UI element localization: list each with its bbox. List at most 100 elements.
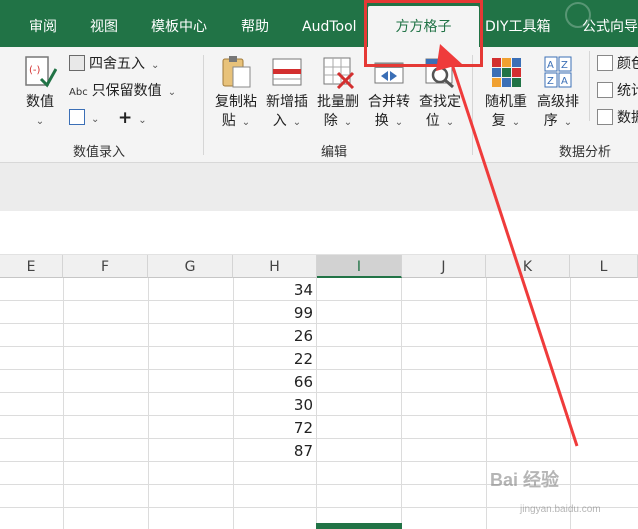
highlight-box bbox=[364, 0, 483, 67]
random-repeat-label-2: 复 bbox=[491, 113, 506, 129]
number-button[interactable]: (-) 数值 ⌄ bbox=[18, 55, 62, 131]
batch-delete-label-1: 批量删 bbox=[317, 94, 359, 110]
plus-button[interactable]: + ⌄ bbox=[118, 107, 147, 129]
chevron-down-icon: ⌄ bbox=[167, 87, 177, 98]
column-header-g[interactable]: G bbox=[148, 255, 233, 278]
tab-help[interactable]: 帮助 bbox=[241, 0, 269, 47]
ribbon-panel: (-) 数值 ⌄ 四舍五入 ⌄ Abc 只保留数值 ⌄ ⌄ + ⌄ 数值录入 复制粘 贴… bbox=[0, 47, 638, 163]
chevron-down-icon: ⌄ bbox=[138, 115, 147, 126]
group-separator bbox=[589, 51, 590, 121]
grid-line bbox=[316, 278, 317, 529]
data-button[interactable]: 数据 bbox=[597, 107, 638, 129]
keep-value-label: 只保留数值 bbox=[91, 83, 162, 99]
tab-formula-wizard[interactable]: 公式向导 bbox=[582, 0, 638, 47]
grid-line bbox=[0, 369, 638, 370]
data-label: 数据 bbox=[617, 110, 638, 126]
cell-h-value[interactable]: 99 bbox=[231, 302, 313, 324]
insert-row-icon bbox=[270, 55, 304, 89]
advanced-sort-label-2: 序 bbox=[543, 113, 558, 129]
advanced-sort-label-1: 高级排 bbox=[537, 94, 579, 110]
group-label-number-entry: 数值录入 bbox=[73, 145, 126, 160]
chevron-down-icon: ⌄ bbox=[35, 116, 45, 127]
column-header-e[interactable]: E bbox=[0, 255, 63, 278]
round-button[interactable]: 四舍五入 ⌄ bbox=[69, 53, 159, 75]
clipboard-icon bbox=[219, 55, 253, 89]
selection-indicator bbox=[316, 523, 402, 529]
ribbon-tab-bar: 审阅 视图 模板中心 帮助 AudTool 方方格子 DIY工具箱 公式向导 bbox=[0, 0, 638, 47]
copy-paste-button[interactable]: 复制粘 贴 ⌄ bbox=[212, 55, 260, 132]
round-icon bbox=[69, 55, 85, 71]
delete-grid-icon bbox=[321, 55, 355, 90]
advanced-sort-button[interactable]: A Z Z A 高级排 序 ⌄ bbox=[533, 55, 583, 132]
tab-audtool[interactable]: AudTool bbox=[302, 0, 357, 47]
find-locate-label-2: 位 bbox=[425, 113, 440, 129]
keep-value-button[interactable]: Abc 只保留数值 ⌄ bbox=[69, 80, 176, 102]
cell-h-value[interactable]: 26 bbox=[231, 325, 313, 347]
tab-view[interactable]: 视图 bbox=[90, 0, 118, 47]
number-format-icon: (-) bbox=[23, 55, 58, 89]
column-header-i[interactable]: I bbox=[317, 255, 402, 278]
merge-convert-label-1: 合并转 bbox=[368, 94, 410, 110]
color-button[interactable]: 颜色 bbox=[597, 53, 638, 75]
cell-h-value[interactable]: 87 bbox=[231, 440, 313, 462]
grid-line bbox=[0, 461, 638, 462]
chevron-down-icon: ⌄ bbox=[151, 60, 160, 71]
statistics-icon bbox=[597, 82, 613, 98]
column-header-h[interactable]: H bbox=[233, 255, 317, 278]
random-blocks-icon bbox=[489, 55, 523, 89]
data-icon bbox=[597, 109, 613, 125]
chevron-down-icon: ⌄ bbox=[241, 117, 251, 128]
sheet-top-strip bbox=[0, 211, 638, 255]
tab-diy-toolbox[interactable]: DIY工具箱 bbox=[485, 0, 550, 47]
column-header-k[interactable]: K bbox=[486, 255, 570, 278]
formula-bar-area bbox=[0, 163, 638, 211]
chevron-down-icon: ⌄ bbox=[91, 114, 100, 125]
copy-paste-label-1: 复制粘 bbox=[215, 94, 257, 110]
group-label-data-analysis: 数据分析 bbox=[559, 145, 612, 160]
svg-text:(-): (-) bbox=[29, 65, 41, 76]
grid-line bbox=[401, 278, 402, 529]
tab-review[interactable]: 审阅 bbox=[29, 0, 57, 47]
find-locate-label-1: 查找定 bbox=[419, 94, 461, 110]
batch-delete-button[interactable]: 批量删 除 ⌄ bbox=[314, 55, 362, 132]
cell-h-value[interactable]: 22 bbox=[231, 348, 313, 370]
baidu-watermark-url: jingyan.baidu.com bbox=[520, 504, 601, 515]
svg-text:Z: Z bbox=[547, 76, 554, 87]
tab-template-center[interactable]: 模板中心 bbox=[151, 0, 207, 47]
grid-line bbox=[148, 278, 149, 529]
random-repeat-button[interactable]: 随机重 复 ⌄ bbox=[481, 55, 531, 132]
grid-line bbox=[570, 278, 571, 529]
statistics-label: 统计 bbox=[617, 83, 638, 99]
cell-h-value[interactable]: 72 bbox=[231, 417, 313, 439]
statistics-button[interactable]: 统计 bbox=[597, 80, 638, 102]
cell-h-value[interactable]: 66 bbox=[231, 371, 313, 393]
edit-format-button[interactable]: ⌄ bbox=[69, 107, 99, 129]
grid-line bbox=[63, 278, 64, 529]
chevron-down-icon: ⌄ bbox=[563, 117, 573, 128]
edit-pencil-icon bbox=[69, 109, 85, 125]
grid-line bbox=[0, 438, 638, 439]
chevron-down-icon: ⌄ bbox=[292, 117, 302, 128]
color-icon bbox=[597, 55, 613, 71]
group-label-edit: 编辑 bbox=[321, 145, 348, 160]
column-header-j[interactable]: J bbox=[402, 255, 486, 278]
group-separator bbox=[203, 55, 204, 155]
svg-text:A: A bbox=[547, 60, 554, 71]
column-header-f[interactable]: F bbox=[63, 255, 148, 278]
insert-button[interactable]: 新增插 入 ⌄ bbox=[263, 55, 311, 132]
svg-text:Z: Z bbox=[561, 60, 568, 71]
column-header-l[interactable]: L bbox=[570, 255, 638, 278]
plus-icon: + bbox=[118, 108, 133, 128]
abc-icon: Abc bbox=[69, 87, 88, 98]
chevron-down-icon: ⌄ bbox=[394, 117, 404, 128]
grid-line bbox=[0, 346, 638, 347]
insert-label-1: 新增插 bbox=[266, 94, 308, 110]
round-label: 四舍五入 bbox=[89, 56, 145, 72]
cell-h-value[interactable]: 34 bbox=[231, 279, 313, 301]
cell-h-value[interactable]: 30 bbox=[231, 394, 313, 416]
grid-line bbox=[0, 323, 638, 324]
merge-convert-label-2: 换 bbox=[374, 113, 389, 129]
grid-line bbox=[486, 278, 487, 529]
batch-delete-label-2: 除 bbox=[323, 113, 338, 129]
grid-line bbox=[0, 392, 638, 393]
